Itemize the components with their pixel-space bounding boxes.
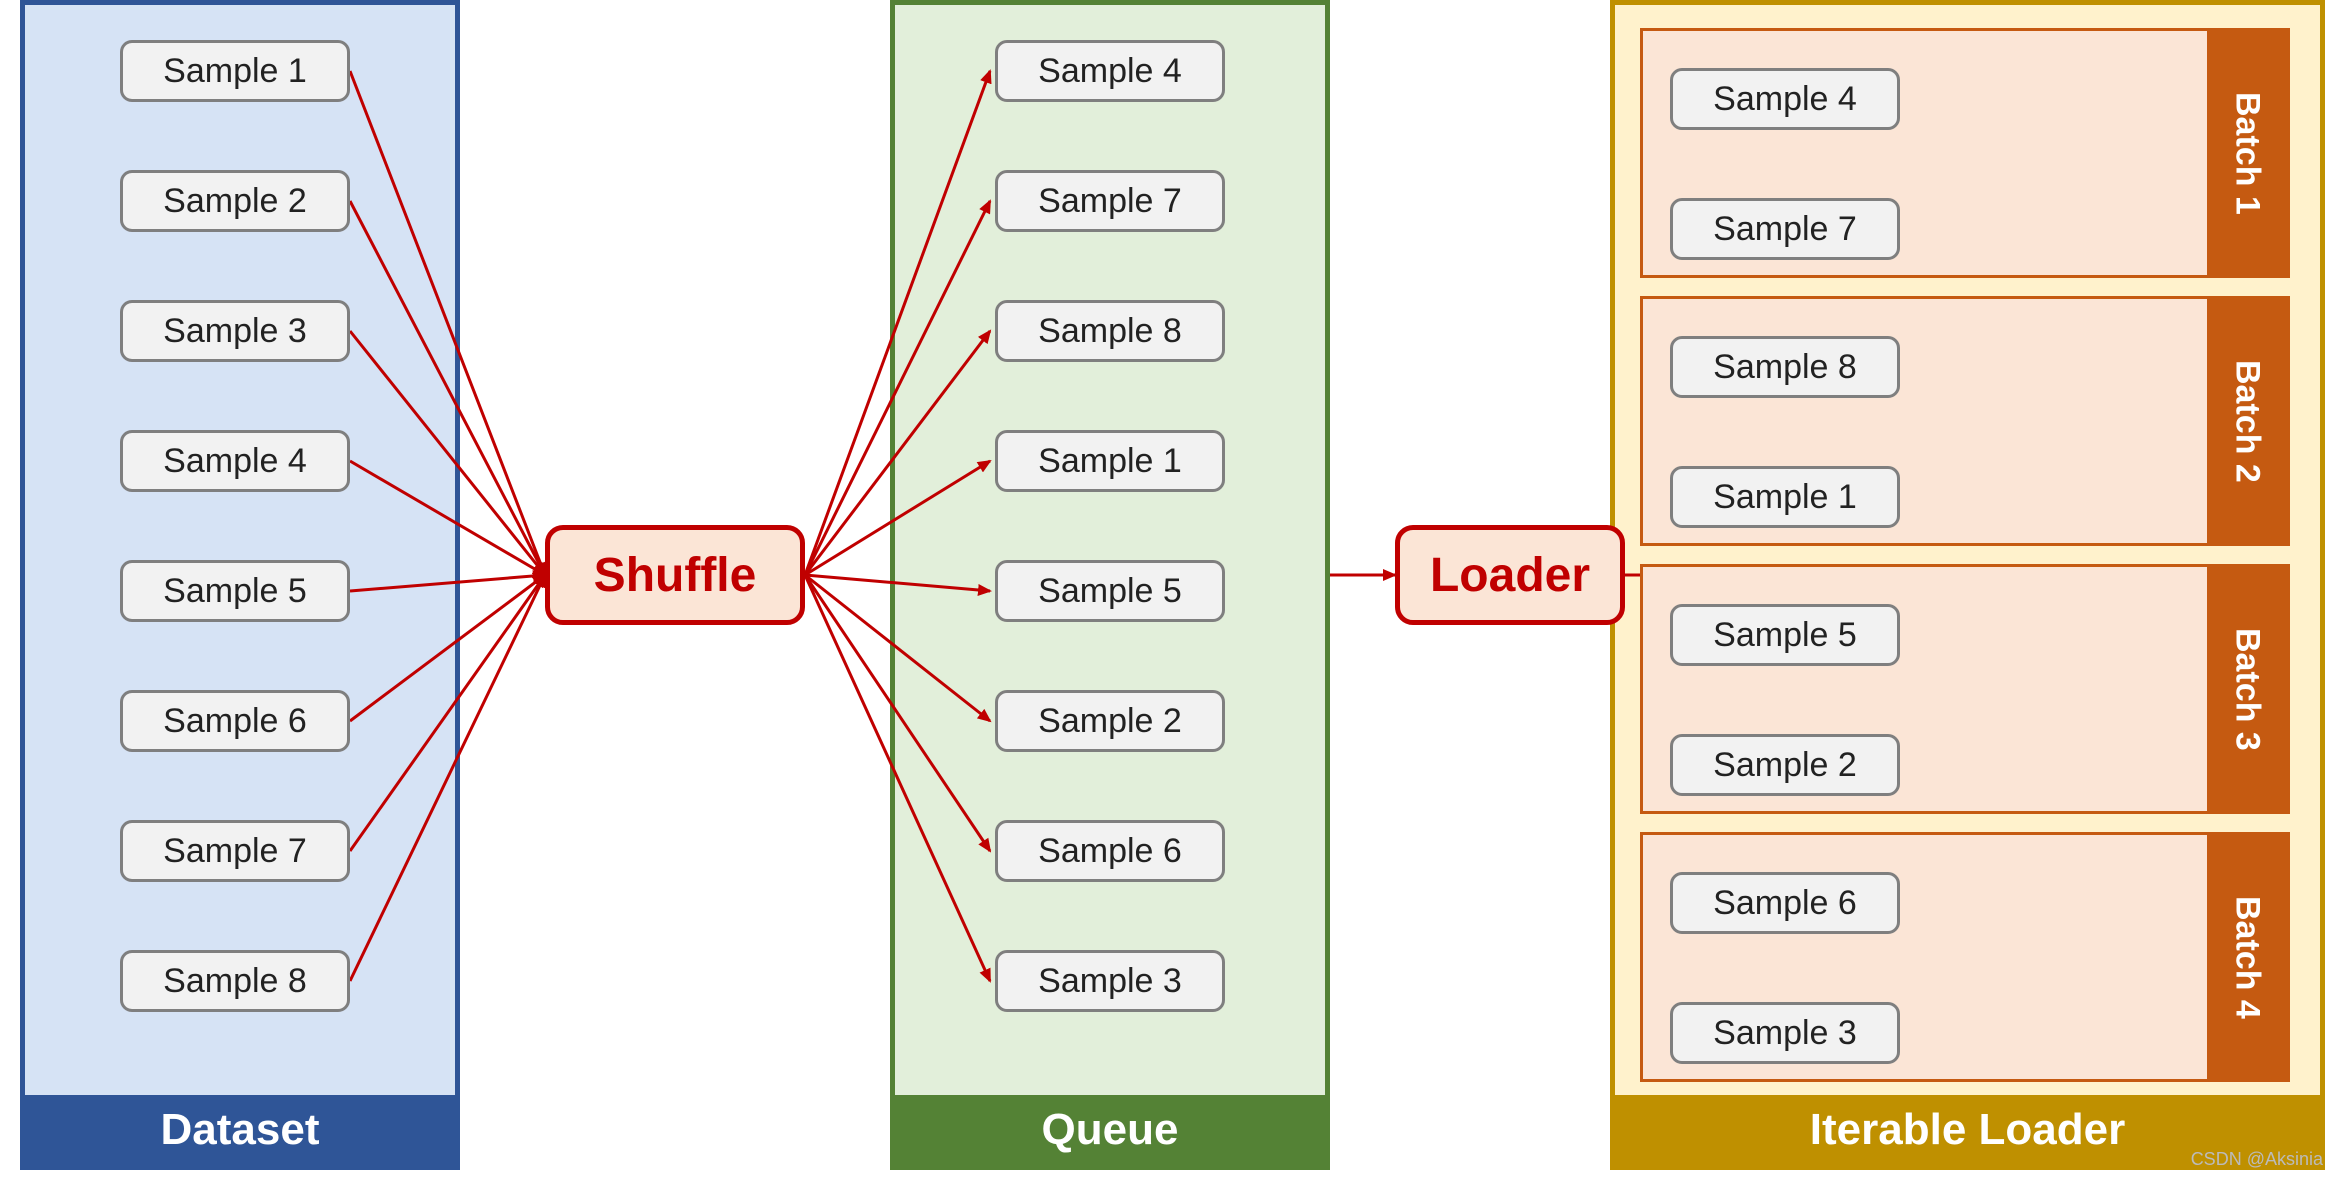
queue-sample: Sample 8	[995, 300, 1225, 362]
dataset-sample: Sample 3	[120, 300, 350, 362]
batch-sample: Sample 8	[1670, 336, 1900, 398]
diagram-stage: Dataset Queue Iterable Loader Shuffle Lo…	[0, 0, 2343, 1178]
queue-sample: Sample 1	[995, 430, 1225, 492]
batch-tab: Batch 2	[2207, 299, 2287, 543]
queue-sample: Sample 7	[995, 170, 1225, 232]
batch-sample: Sample 4	[1670, 68, 1900, 130]
queue-label: Queue	[895, 1095, 1325, 1165]
shuffle-node: Shuffle	[545, 525, 805, 625]
queue-sample: Sample 4	[995, 40, 1225, 102]
queue-sample: Sample 5	[995, 560, 1225, 622]
batch-sample: Sample 2	[1670, 734, 1900, 796]
dataset-label: Dataset	[25, 1095, 455, 1165]
watermark: CSDN @Aksinia	[2191, 1149, 2323, 1170]
batch-tab: Batch 1	[2207, 31, 2287, 275]
queue-sample: Sample 2	[995, 690, 1225, 752]
batch-tab: Batch 4	[2207, 835, 2287, 1079]
dataset-sample: Sample 4	[120, 430, 350, 492]
dataset-sample: Sample 8	[120, 950, 350, 1012]
dataset-sample: Sample 5	[120, 560, 350, 622]
batch-sample: Sample 6	[1670, 872, 1900, 934]
dataset-sample: Sample 6	[120, 690, 350, 752]
batch-tab: Batch 3	[2207, 567, 2287, 811]
batch-sample: Sample 3	[1670, 1002, 1900, 1064]
loader-node: Loader	[1395, 525, 1625, 625]
dataset-sample: Sample 7	[120, 820, 350, 882]
batch-sample: Sample 7	[1670, 198, 1900, 260]
dataset-sample: Sample 2	[120, 170, 350, 232]
dataset-sample: Sample 1	[120, 40, 350, 102]
batch-sample: Sample 5	[1670, 604, 1900, 666]
queue-sample: Sample 3	[995, 950, 1225, 1012]
batch-sample: Sample 1	[1670, 466, 1900, 528]
queue-sample: Sample 6	[995, 820, 1225, 882]
